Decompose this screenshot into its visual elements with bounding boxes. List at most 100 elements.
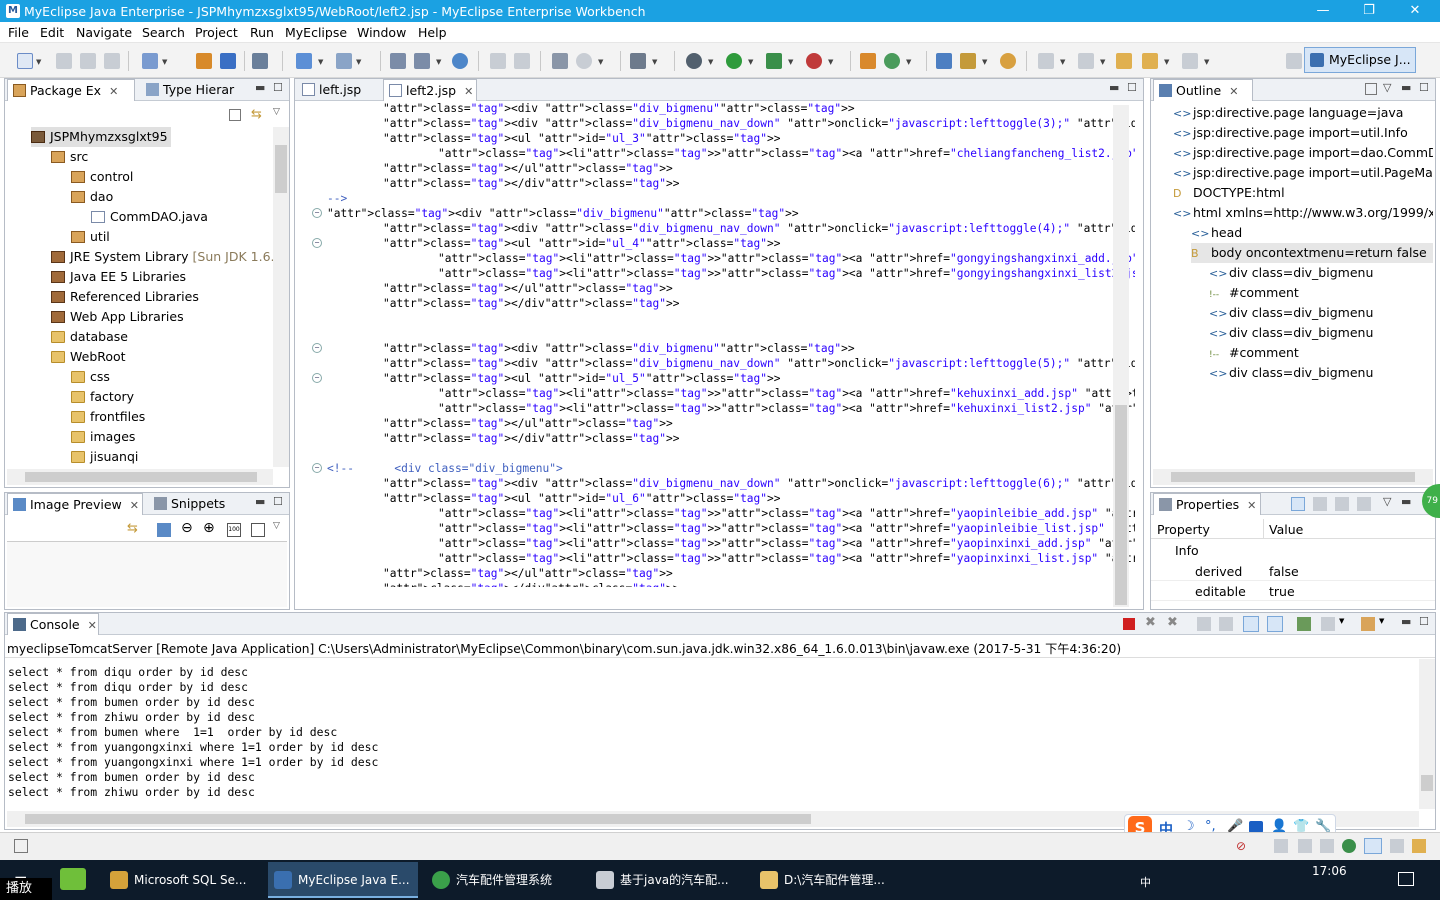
menu-help[interactable]: Help (418, 25, 447, 40)
tray-icon[interactable] (1320, 839, 1334, 853)
close-icon[interactable]: ✕ (130, 499, 139, 512)
close-icon[interactable]: ✕ (1229, 85, 1238, 98)
tree-item[interactable]: WebRoot (51, 347, 126, 367)
close-icon[interactable]: ✕ (464, 85, 473, 98)
fold-toggle[interactable]: − (312, 343, 322, 353)
tray-icon[interactable] (1298, 839, 1312, 853)
chevron-down-icon[interactable]: ▼ (788, 58, 793, 66)
menu-search[interactable]: Search (142, 25, 185, 40)
fold-toggle[interactable]: − (312, 373, 322, 383)
profile-icon[interactable] (806, 53, 822, 69)
next-edit-icon[interactable] (514, 53, 530, 69)
properties-group[interactable]: Info (1175, 543, 1199, 558)
tab-type-hierarchy[interactable]: Type Hierar (141, 79, 241, 101)
minimize-icon[interactable]: ▬ (255, 81, 265, 94)
open-type-icon[interactable] (390, 53, 406, 69)
run-config-icon[interactable] (296, 53, 312, 69)
toggle-icon[interactable] (552, 53, 568, 69)
forward-icon[interactable] (1182, 53, 1198, 69)
tree-item[interactable]: database (51, 327, 128, 347)
previous-edit-icon[interactable] (490, 53, 506, 69)
console-icon[interactable] (630, 53, 646, 69)
open-folder-icon[interactable] (936, 53, 952, 69)
tree-item[interactable]: util (71, 227, 110, 247)
chevron-down-icon[interactable]: ▼ (1204, 58, 1209, 66)
tab-outline[interactable]: Outline ✕ (1153, 79, 1253, 101)
minimize-button[interactable]: — (1300, 0, 1346, 22)
run-last-icon[interactable] (766, 53, 782, 69)
chevron-down-icon[interactable]: ▼ (906, 58, 911, 66)
close-icon[interactable]: ✕ (1247, 499, 1256, 512)
console-vertical-scrollbar[interactable] (1419, 659, 1435, 809)
tray-icon[interactable] (1390, 839, 1404, 853)
print-icon[interactable] (104, 53, 120, 69)
outline-item[interactable]: <> jsp:directive.page import=util.PageMa… (1173, 163, 1433, 183)
scroll-lock-icon[interactable] (1219, 617, 1233, 631)
close-icon[interactable]: ✕ (109, 85, 118, 98)
fold-toggle[interactable]: − (312, 463, 322, 473)
menu-myeclipse[interactable]: MyEclipse (285, 25, 347, 40)
package-icon[interactable] (196, 53, 212, 69)
tray-icon[interactable] (1412, 839, 1426, 853)
tab-package-explorer[interactable]: Package Ex ✕ (7, 79, 135, 101)
minimize-icon[interactable]: ▬ (255, 495, 265, 508)
menu-edit[interactable]: Edit (40, 25, 64, 40)
debug-icon[interactable] (686, 53, 702, 69)
tree-item[interactable]: Referenced Libraries (51, 287, 199, 307)
chevron-down-icon[interactable]: ▼ (1100, 58, 1105, 66)
display-console-icon[interactable] (1321, 617, 1335, 631)
taskbar-item-browser[interactable]: 汽车配件管理系统 (426, 862, 586, 898)
link-editor-icon[interactable]: ⇆ (251, 107, 262, 122)
save-icon[interactable] (56, 53, 72, 69)
fold-toggle[interactable]: − (312, 208, 322, 218)
menu-file[interactable]: File (8, 25, 29, 40)
view-menu-icon[interactable]: ▽ (1383, 81, 1391, 94)
menu-project[interactable]: Project (195, 25, 238, 40)
tree-item[interactable]: dao (71, 187, 113, 207)
run-icon[interactable] (726, 53, 742, 69)
chevron-down-icon[interactable]: ▼ (652, 58, 657, 66)
tree-item[interactable]: Java EE 5 Libraries (51, 267, 186, 287)
outline-item[interactable]: <> div class=div_bigmenu (1209, 263, 1433, 283)
property-row[interactable]: derived false (1151, 561, 1435, 581)
perspective-switcher[interactable]: MyEclipse J... (1304, 47, 1416, 73)
chevron-down-icon[interactable]: ▼ (748, 58, 753, 66)
chevron-down-icon[interactable]: ▼ (1379, 617, 1384, 625)
editor-vertical-scrollbar[interactable] (1113, 105, 1129, 607)
maximize-icon[interactable]: ☐ (1127, 81, 1137, 94)
remove-launch-icon[interactable]: ✖ (1145, 615, 1156, 630)
tree-item[interactable]: control (71, 167, 133, 187)
new-wizard-icon[interactable] (142, 53, 158, 69)
maximize-icon[interactable]: ☐ (273, 81, 283, 94)
minimize-icon[interactable]: ▬ (1109, 81, 1119, 94)
deploy-icon[interactable] (252, 53, 268, 69)
new-package-icon[interactable] (884, 53, 900, 69)
outline-item[interactable]: <> jsp:directive.page import=util.Info (1173, 123, 1433, 143)
tray-icon[interactable] (1364, 838, 1382, 854)
terminate-icon[interactable] (1123, 618, 1135, 630)
outline-item[interactable]: D DOCTYPE:html (1173, 183, 1433, 203)
chevron-down-icon[interactable]: ▼ (1339, 617, 1344, 625)
tree-item[interactable]: css (71, 367, 110, 387)
menu-navigate[interactable]: Navigate (76, 25, 132, 40)
outline-item[interactable]: !-- #comment (1209, 283, 1433, 303)
outline-item[interactable]: <> head (1191, 223, 1433, 243)
zoom-in-icon[interactable]: ⊕ (203, 520, 215, 536)
close-icon[interactable]: ✕ (88, 619, 97, 632)
tree-item[interactable]: Web App Libraries (51, 307, 184, 327)
tree-item[interactable]: frontfiles (71, 407, 145, 427)
tree-item[interactable]: images (71, 427, 135, 447)
save-all-icon[interactable] (80, 53, 96, 69)
outline-item[interactable]: <> jsp:directive.page language=java (1173, 103, 1433, 123)
outline-item[interactable]: <> div class=div_bigmenu (1209, 303, 1433, 323)
taskbar-item-myeclipse[interactable]: MyEclipse Java E... (268, 862, 418, 898)
view-menu-icon[interactable]: ▽ (273, 107, 280, 117)
refresh-icon[interactable] (576, 53, 592, 69)
chevron-down-icon[interactable]: ▼ (318, 58, 323, 66)
tree-horizontal-scrollbar[interactable] (7, 469, 273, 485)
chevron-down-icon[interactable]: ▼ (1164, 58, 1169, 66)
pin-icon[interactable] (1357, 497, 1371, 511)
new-icon[interactable] (17, 53, 33, 69)
fullscreen-icon[interactable] (251, 523, 265, 537)
fit-icon[interactable] (157, 523, 171, 537)
